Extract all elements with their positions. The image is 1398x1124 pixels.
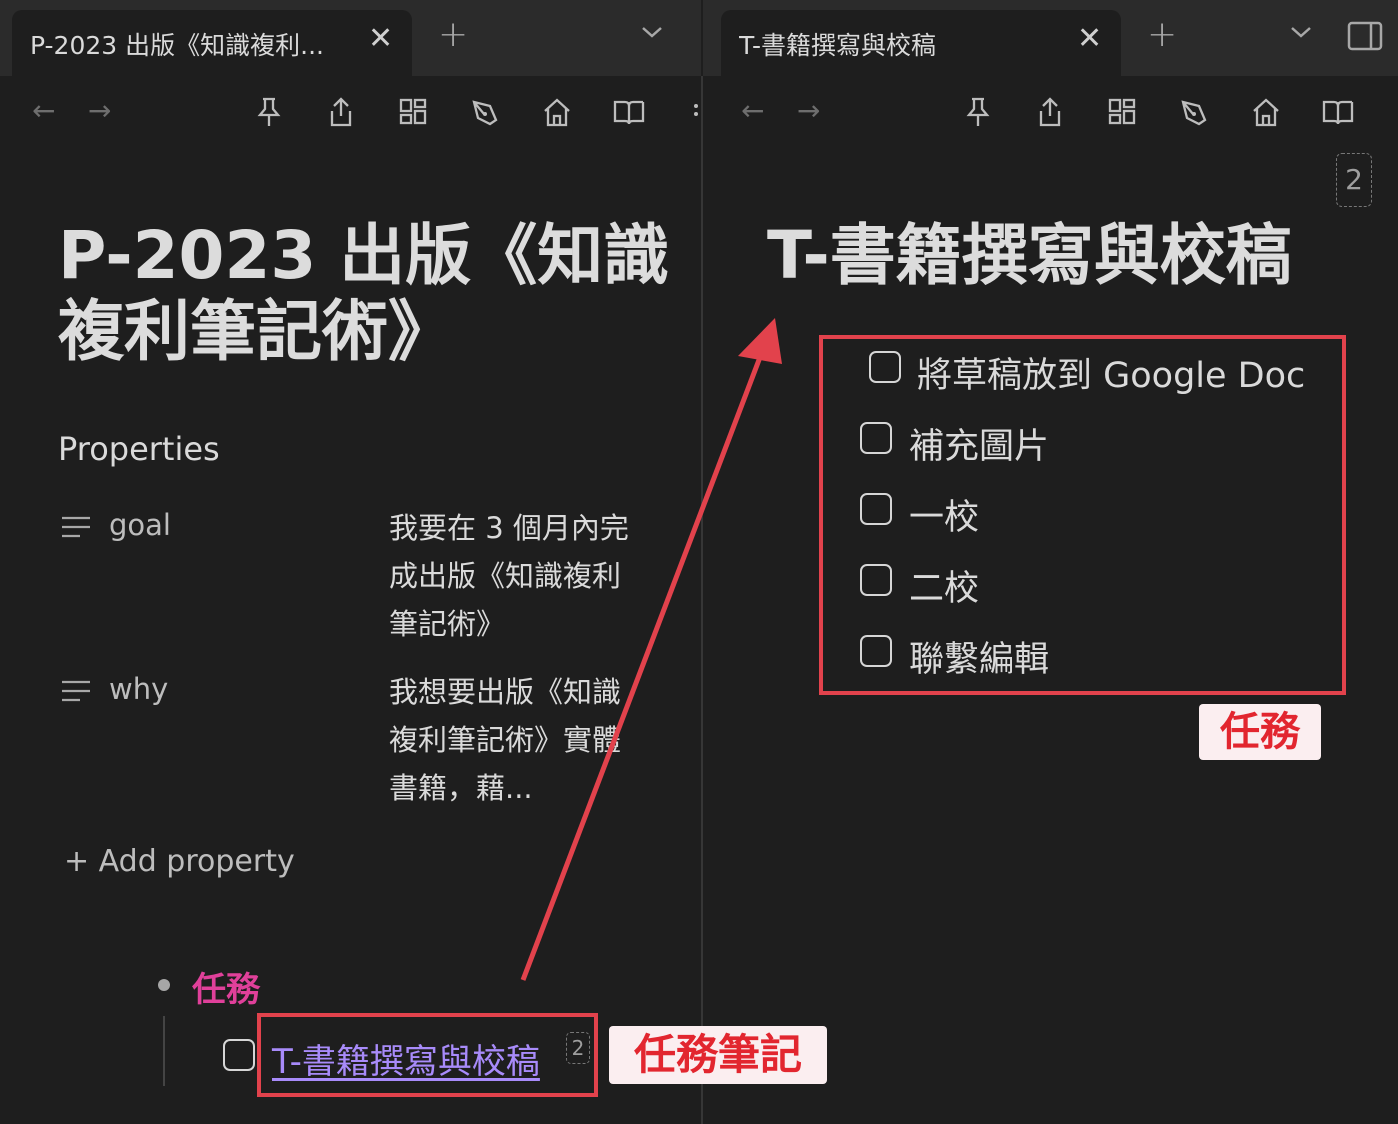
annotation-label-tasks: 任務: [1199, 704, 1321, 760]
annotation-arrow: [520, 318, 782, 981]
annotation-label-task-note: 任務筆記: [609, 1026, 827, 1084]
